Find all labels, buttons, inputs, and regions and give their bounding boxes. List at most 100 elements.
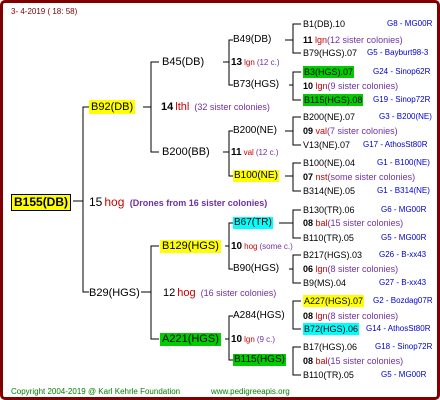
gen2-a-info: 13 lgn (12 c.) — [231, 57, 279, 69]
gen4-id: B314(NE).05 — [303, 186, 356, 196]
gen4-node-10[interactable]: B110(TR).05 — [303, 232, 354, 244]
gen3-e-gen: 08 — [303, 218, 314, 228]
gen4-id: B17(HGS).06 — [303, 342, 358, 352]
gen3-a-node[interactable]: B49(DB) — [233, 34, 271, 46]
gen4-id: B110(TR).05 — [303, 370, 354, 380]
gen4-node-1[interactable]: B1(DB).10 — [303, 18, 345, 30]
gen2-c-node[interactable]: B129(HGS) — [160, 240, 221, 253]
gen4-id: B110(TR).05 — [303, 233, 354, 243]
gen3-c-note: (7 sister colonies) — [327, 126, 398, 136]
gen4-code-9: G6 - MG00R — [381, 205, 427, 214]
gen3-h-gen: 08 — [303, 356, 314, 366]
gen3-g-type: lgn — [315, 311, 328, 321]
gen1-bottom-node[interactable]: B29(HGS) — [89, 286, 140, 300]
gen2-d-gen: 10 — [231, 334, 243, 345]
gen3-f-info: 06 lgn(8 sister colonies) — [303, 263, 398, 275]
gen2-a-type: lgn — [244, 58, 255, 67]
gen1-bottom-gen: 12 — [163, 287, 176, 299]
gen2-d-info: 10 lgn (9 c.) — [231, 334, 275, 346]
gen3-f-gen: 06 — [303, 264, 314, 274]
gen3-e-type: bal — [315, 218, 328, 228]
gen4-node-2[interactable]: B79(HGS).07 — [303, 47, 357, 59]
gen3-d-node[interactable]: B100(NE) — [233, 170, 279, 182]
gen4-node-13[interactable]: A227(HGS).07 — [303, 295, 365, 307]
gen2-a-node[interactable]: B45(DB) — [162, 56, 204, 69]
root-type: hog — [104, 195, 125, 209]
gen3-b-gen: 10 — [303, 81, 314, 91]
gen3-a-gen: 11 — [303, 35, 313, 45]
gen4-id: B79(HGS).07 — [303, 48, 358, 58]
gen4-node-16[interactable]: B110(TR).05 — [303, 369, 354, 381]
gen4-code-14: G14 - AthosSt80R — [366, 324, 431, 333]
gen4-id: B1(DB).10 — [303, 19, 346, 29]
gen4-id: B3(HGS).07 — [304, 67, 354, 77]
gen3-h-note: (15 sister colonies) — [327, 356, 404, 366]
gen1-bottom-note: (16 sister colonies) — [200, 288, 277, 298]
gen4-node-5[interactable]: B200(NE).07 — [303, 111, 355, 123]
gen4-id: B217(HGS).03 — [303, 250, 363, 260]
gen2-c-gen: 10 — [231, 241, 243, 252]
gen3-h-type: bal — [315, 356, 328, 366]
gen4-node-15[interactable]: B17(HGS).06 — [303, 341, 357, 353]
gen3-a-note: (12 sister colonies) — [327, 35, 403, 45]
gen3-h-node[interactable]: B115(HGS) — [233, 354, 286, 366]
gen4-id: B9(MS).04 — [303, 278, 347, 288]
footer-copyright: Copyright 2004-2019 @ Karl Kehrle Founda… — [11, 387, 181, 396]
report-date: 3- 4-2019 ( 18: 58) — [11, 7, 78, 16]
gen1-top-info: 14 lthl (32 sister colonies) — [161, 101, 270, 113]
gen3-b-type: lgn — [315, 81, 328, 91]
gen3-a-info: 11 lgn(12 sister colonies) — [303, 34, 403, 46]
gen3-g-note: (8 sister colonies) — [327, 311, 399, 321]
gen4-code-3: G24 - Sinop62R — [373, 67, 431, 76]
gen4-id: B100(NE).04 — [303, 158, 356, 168]
gen4-code-4: G19 - Sinop72R — [373, 95, 431, 104]
gen4-node-6[interactable]: V13(NE).07 — [303, 139, 350, 151]
gen3-d-note: (some sister colonies) — [327, 172, 416, 182]
gen1-top-note: (32 sister colonies) — [194, 102, 270, 112]
gen3-f-type: lgn — [315, 264, 328, 274]
gen3-b-node[interactable]: B73(HGS) — [233, 79, 279, 91]
gen2-b-type: val — [243, 148, 254, 157]
root-node[interactable]: B155(DB) — [11, 194, 72, 211]
gen4-node-7[interactable]: B100(NE).04 — [303, 157, 355, 169]
gen4-id: B130(TR).06 — [303, 205, 355, 215]
gen4-code-7: G1 - B100(NE) — [377, 158, 430, 167]
gen4-node-9[interactable]: B130(TR).06 — [303, 204, 355, 216]
gen3-c-info: 09 val(7 sister colonies) — [303, 125, 398, 137]
gen3-d-type: nst — [315, 172, 328, 182]
gen1-bottom-info: 12 hog (16 sister colonies) — [163, 287, 276, 299]
gen4-node-3[interactable]: B3(HGS).07 — [303, 66, 355, 78]
gen3-e-node[interactable]: B67(TR) — [233, 217, 273, 229]
gen4-code-2: G5 - Bayburt98-3 — [367, 48, 429, 57]
gen4-id: B115(HGS).08 — [304, 95, 363, 105]
gen2-d-node[interactable]: A221(HGS) — [160, 333, 221, 346]
gen4-node-12[interactable]: B9(MS).04 — [303, 277, 346, 289]
gen3-h-info: 08 bal(15 sister colonies) — [303, 355, 403, 367]
gen4-node-4[interactable]: B115(HGS).08 — [303, 94, 364, 106]
gen2-b-node[interactable]: B200(BB) — [162, 146, 210, 159]
gen3-c-node[interactable]: B200(NE) — [233, 125, 277, 137]
gen3-g-node[interactable]: A284(HGS) — [233, 310, 285, 322]
footer-site[interactable]: www.pedigreeapis.org — [211, 386, 290, 397]
gen4-node-8[interactable]: B314(NE).05 — [303, 185, 355, 197]
gen4-code-12: G27 - B-xx43 — [379, 278, 427, 287]
gen1-top-gen: 14 — [161, 101, 174, 113]
gen4-id: V13(NE).07 — [303, 140, 351, 150]
gen3-b-note: (9 sister colonies) — [327, 81, 399, 91]
root-gen: 15 — [89, 195, 103, 209]
gen3-f-node[interactable]: B90(HGS) — [233, 263, 279, 275]
gen1-top-node[interactable]: B92(DB) — [89, 100, 136, 114]
gen4-node-14[interactable]: B72(HGS).06 — [303, 323, 360, 335]
gen2-a-gen: 13 — [231, 57, 243, 68]
gen4-code-6: G17 - AthosSt80R — [363, 140, 428, 149]
gen4-id: B72(HGS).06 — [304, 324, 359, 334]
gen4-code-10: G5 - MG00R — [381, 233, 427, 242]
gen3-g-gen: 08 — [303, 311, 314, 321]
root-info: 15 hog (Drones from 16 sister colonies) — [89, 195, 267, 210]
gen4-code-1: G8 - MG00R — [387, 19, 433, 28]
pedigree-frame: 3- 4-2019 ( 18: 58) B155(DB) 15 hog (Dron… — [0, 0, 440, 400]
gen3-d-gen: 07 — [303, 172, 314, 182]
gen4-node-11[interactable]: B217(HGS).03 — [303, 249, 362, 261]
gen3-f-note: (8 sister colonies) — [327, 264, 399, 274]
gen2-b-gen: 11 — [231, 147, 242, 158]
